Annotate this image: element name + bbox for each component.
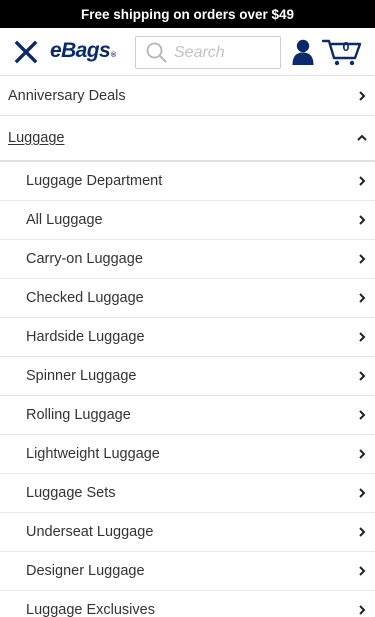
ebags-logo[interactable]: eBags ® (50, 39, 116, 65)
chevron-right-icon (359, 410, 366, 420)
menu-item-label: Luggage (8, 130, 65, 146)
cart-count: 0 (342, 40, 350, 54)
chevron-up-icon (357, 134, 367, 141)
submenu-item-label: Luggage Department (26, 173, 163, 189)
chevron-right-icon (359, 332, 366, 342)
search-box[interactable] (135, 36, 281, 69)
menu-item-anniversary-deals[interactable]: Anniversary Deals (0, 76, 375, 116)
submenu-item-lightweight-luggage[interactable]: Lightweight Luggage (0, 435, 375, 474)
chevron-right-icon (359, 371, 366, 381)
submenu-item-luggage-exclusives[interactable]: Luggage Exclusives (0, 591, 375, 617)
submenu-item-label: Luggage Exclusives (26, 602, 155, 617)
chevron-right-icon (359, 488, 366, 498)
submenu-item-label: Designer Luggage (26, 563, 145, 579)
cart-button[interactable]: 0 (321, 38, 362, 66)
chevron-right-icon (359, 527, 366, 537)
submenu-item-label: Luggage Sets (26, 485, 116, 501)
close-icon[interactable] (13, 39, 39, 65)
menu-item-luggage[interactable]: Luggage (0, 116, 375, 162)
promo-text: Free shipping on orders over $49 (80, 6, 295, 22)
submenu-item-checked-luggage[interactable]: Checked Luggage (0, 279, 375, 318)
submenu-item-designer-luggage[interactable]: Designer Luggage (0, 552, 375, 591)
promo-banner[interactable]: Free shipping on orders over $49 (0, 0, 375, 28)
menu-item-label: Anniversary Deals (8, 87, 126, 104)
submenu-item-label: Carry-on Luggage (26, 251, 143, 267)
submenu-item-hardside-luggage[interactable]: Hardside Luggage (0, 318, 375, 357)
submenu-item-label: Underseat Luggage (26, 524, 154, 540)
submenu-item-label: Spinner Luggage (26, 368, 137, 384)
logo-registered-mark: ® (111, 52, 116, 59)
submenu-item-label: Lightweight Luggage (26, 446, 160, 462)
logo-text: eBags (50, 39, 111, 62)
submenu-item-luggage-sets[interactable]: Luggage Sets (0, 474, 375, 513)
search-icon[interactable] (146, 42, 167, 63)
chevron-right-icon (359, 254, 366, 264)
chevron-right-icon (359, 90, 366, 101)
navigation-menu: Anniversary Deals Luggage Luggage Depart… (0, 76, 375, 617)
submenu-item-rolling-luggage[interactable]: Rolling Luggage (0, 396, 375, 435)
chevron-right-icon (359, 215, 366, 225)
chevron-right-icon (359, 449, 366, 459)
submenu-item-all-luggage[interactable]: All Luggage (0, 201, 375, 240)
submenu-item-label: All Luggage (26, 212, 103, 228)
site-header: eBags® 0 (0, 28, 375, 76)
chevron-right-icon (359, 176, 366, 186)
chevron-right-icon (359, 605, 366, 615)
search-input[interactable] (174, 43, 274, 62)
chevron-right-icon (359, 566, 366, 576)
submenu-item-label: Checked Luggage (26, 290, 144, 306)
submenu-item-label: Hardside Luggage (26, 329, 145, 345)
submenu-item-label: Rolling Luggage (26, 407, 131, 423)
submenu-item-luggage-department[interactable]: Luggage Department (0, 162, 375, 201)
submenu-item-carry-on-luggage[interactable]: Carry-on Luggage (0, 240, 375, 279)
submenu-item-spinner-luggage[interactable]: Spinner Luggage (0, 357, 375, 396)
submenu-item-underseat-luggage[interactable]: Underseat Luggage (0, 513, 375, 552)
user-icon[interactable] (292, 39, 314, 65)
chevron-right-icon (359, 293, 366, 303)
